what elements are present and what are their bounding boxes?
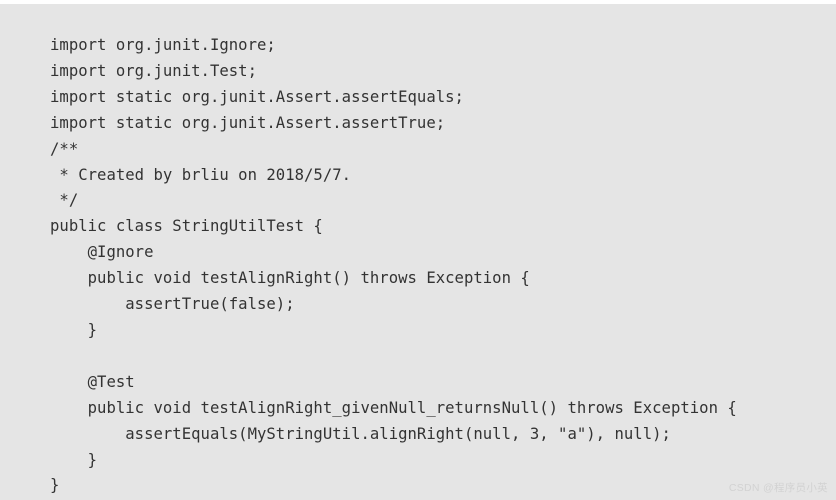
code-line: } (50, 450, 98, 469)
code-line: @Ignore (50, 243, 154, 262)
code-line: import org.junit.Test; (50, 61, 257, 80)
code-line: public void testAlignRight_givenNull_ret… (50, 398, 737, 417)
code-listing: import org.junit.Ignore; import org.junit… (50, 33, 737, 499)
code-line: * Created by brliu on 2018/5/7. (50, 165, 352, 184)
code-line: /** (50, 139, 79, 158)
code-line: import static org.junit.Assert.assertTru… (50, 113, 446, 132)
code-line: @Test (50, 372, 135, 391)
screenshot-root: import org.junit.Ignore; import org.junit… (0, 0, 836, 500)
csdn-watermark: CSDN @程序员小英 (728, 482, 828, 494)
code-line: public void testAlignRight() throws Exce… (50, 269, 530, 288)
code-line: public class StringUtilTest { (50, 217, 323, 236)
code-line: */ (50, 191, 79, 210)
code-line: import org.junit.Ignore; (50, 36, 276, 54)
code-block: import org.junit.Ignore; import org.junit… (0, 4, 836, 500)
code-line: assertEquals(MyStringUtil.alignRight(nul… (50, 424, 671, 443)
code-line: import static org.junit.Assert.assertEqu… (50, 87, 464, 106)
code-line: assertTrue(false); (50, 295, 295, 314)
code-line: } (50, 476, 60, 495)
code-line: } (50, 320, 98, 339)
